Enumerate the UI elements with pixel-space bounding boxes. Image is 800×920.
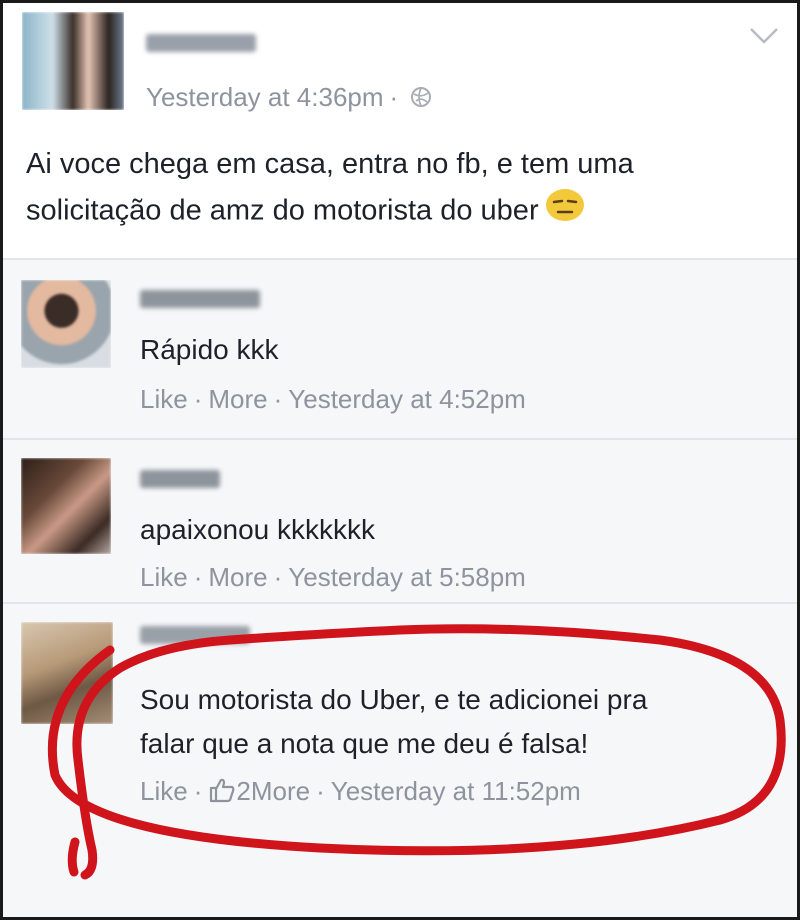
comment-timestamp[interactable]: Yesterday at 5:58pm — [288, 562, 526, 592]
commenter-avatar[interactable] — [21, 280, 111, 368]
commenter-avatar[interactable] — [21, 458, 111, 554]
comment-text-line-1: Sou motorista do Uber, e te adicionei pr… — [140, 684, 648, 715]
comment-text: Sou motorista do Uber, e te adicionei pr… — [140, 678, 647, 766]
comment-actions: Like · More · Yesterday at 5:58pm — [140, 562, 526, 592]
comment-item: Sou motorista do Uber, e te adicionei pr… — [3, 604, 797, 904]
comment-timestamp[interactable]: Yesterday at 4:52pm — [288, 384, 526, 414]
post-author-name[interactable] — [146, 34, 256, 52]
post-text-line-1: Ai voce chega em casa, entra no fb, e te… — [26, 148, 634, 180]
like-link[interactable]: Like — [140, 562, 188, 592]
unamused-face-emoji — [545, 187, 585, 237]
post-text-line-2: solicitação de amz do motorista do uber — [26, 187, 766, 237]
like-count[interactable]: 2 — [236, 776, 250, 806]
more-link[interactable]: More — [208, 384, 267, 414]
post-timestamp[interactable]: Yesterday at 4:36pm · — [146, 82, 432, 115]
comment-item: apaixonou kkkkkkk Like · More · Yesterday at… — [3, 440, 797, 602]
commenter-name[interactable] — [140, 626, 250, 644]
thumbs-up-icon — [208, 777, 236, 810]
post-time-text: Yesterday at 4:36pm — [146, 82, 384, 112]
comment-text: Rápido kkk — [140, 334, 279, 365]
comment-text: apaixonou kkkkkkk — [140, 514, 376, 545]
post-body: Ai voce chega em casa, entra no fb, e te… — [26, 142, 766, 237]
like-link[interactable]: Like — [140, 776, 188, 806]
commenter-name[interactable] — [140, 470, 220, 488]
more-link[interactable]: More — [208, 562, 267, 592]
post-header: Yesterday at 4:36pm · — [22, 12, 782, 112]
commenter-avatar[interactable] — [21, 622, 113, 724]
like-link[interactable]: Like — [140, 384, 188, 414]
comment-item: Rápido kkk Like · More · Yesterday at 4:52pm — [3, 260, 797, 438]
comment-text-line-2: falar que a nota que me deu é falsa! — [140, 728, 589, 759]
commenter-name[interactable] — [140, 290, 260, 308]
globe-icon — [410, 84, 432, 115]
comment-timestamp[interactable]: Yesterday at 11:52pm — [331, 776, 581, 806]
more-link[interactable]: More — [251, 776, 310, 806]
comment-actions: Like · More · Yesterday at 4:52pm — [140, 384, 526, 414]
chevron-down-icon[interactable] — [748, 26, 780, 51]
comments-section: Rápido kkk Like · More · Yesterday at 4:52pm… — [3, 258, 797, 917]
comment-actions: Like · 2More · Yesterday at 11:52pm — [140, 776, 581, 810]
post-author-avatar[interactable] — [22, 12, 124, 110]
